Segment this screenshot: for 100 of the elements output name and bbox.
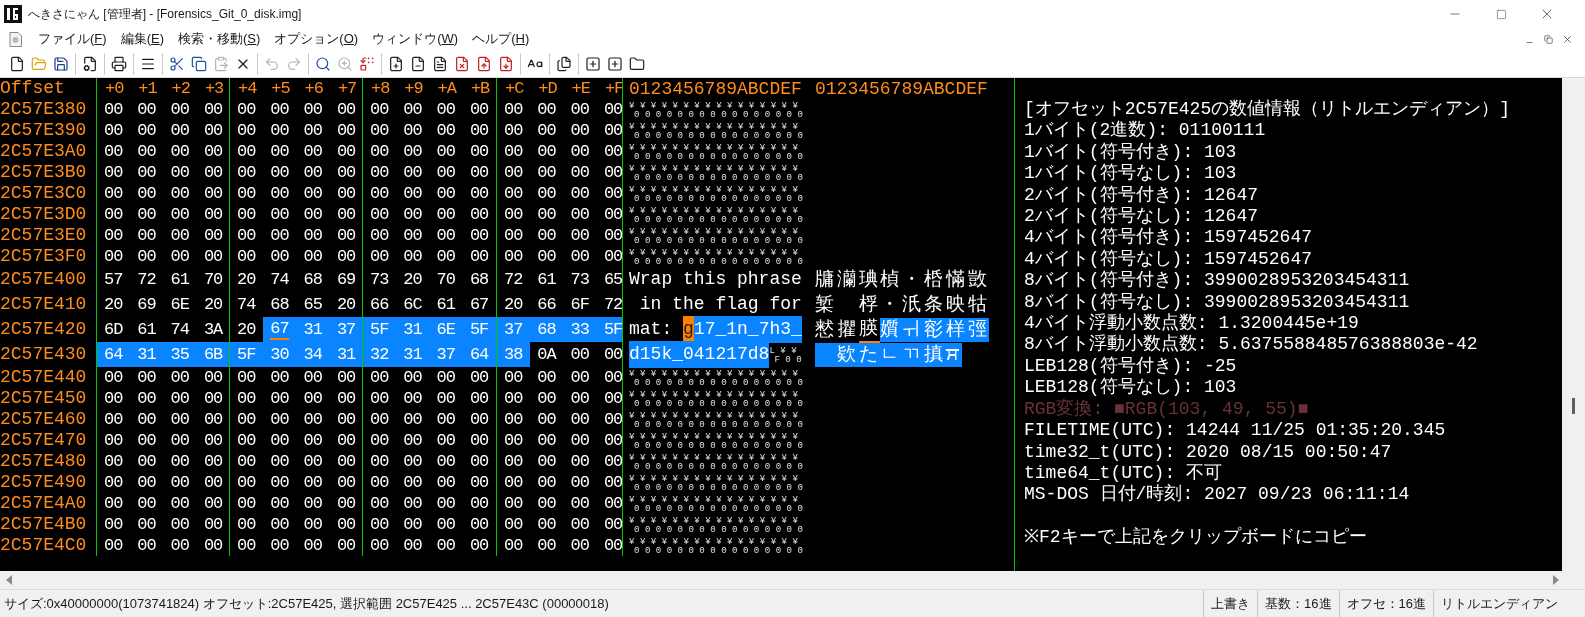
hex-byte: 6E — [429, 317, 463, 342]
offset-label: 2C57E480 — [0, 451, 88, 472]
hex-byte: 00 — [269, 225, 290, 246]
hex-byte: 00 — [602, 141, 623, 162]
folder-icon[interactable] — [629, 55, 645, 72]
hex-byte: 00 — [468, 204, 490, 225]
left-arrow-icon[interactable] — [5, 575, 13, 585]
scrollbar-thumb[interactable] — [1572, 398, 1575, 414]
copy-icon[interactable] — [191, 55, 207, 72]
plus-square-icon[interactable] — [607, 55, 623, 72]
hex-byte: 00 — [569, 493, 590, 514]
hex-byte: 00 — [236, 162, 257, 183]
decoded-text: 慭㩴 — [815, 317, 859, 342]
hex-byte: 37 — [497, 317, 531, 342]
status-text: サイズ:0x40000000(1073741824) オフセット:2C57E425, 選択範囲 2C57E425 ... 2C57E43C (00000018) — [3, 594, 609, 613]
hex-byte: 00 — [269, 430, 290, 451]
hex-byte: 00 — [103, 204, 124, 225]
hex-byte: 35 — [163, 342, 197, 367]
hex-byte: 00 — [202, 99, 224, 120]
menu-item[interactable]: 検索・移動(S) — [171, 29, 268, 49]
hex-byte: 00 — [269, 246, 290, 267]
hex-byte: 00 — [569, 225, 590, 246]
hex-byte: 00 — [369, 120, 390, 141]
hex-byte: 00 — [435, 225, 456, 246]
hex-byte: 00 — [369, 141, 390, 162]
hex-byte: 6C — [402, 293, 423, 316]
offset-label: 2C57E380 — [0, 99, 88, 120]
hex-byte: 00 — [435, 246, 456, 267]
hex-byte: 00 — [569, 204, 590, 225]
menu-item[interactable]: ウィンドウ(W) — [365, 29, 466, 49]
page-icon[interactable] — [410, 55, 426, 72]
menu-item[interactable]: 編集(E) — [113, 29, 171, 49]
control-glyphs: ¥ ¥ ¥ ¥ ¥ ¥ ¥ ¥ ¥ ¥ ¥ ¥ ¥ ¥ ¥ ¥ — [629, 410, 799, 420]
hex-byte: 00 — [569, 409, 590, 430]
control-glyphs: F 0 0 — [773, 354, 802, 364]
hex-byte: 00 — [402, 430, 423, 451]
horizontal-scrollbar[interactable] — [0, 571, 1585, 589]
menu-item[interactable]: オプション(O) — [267, 29, 366, 49]
plus-square-icon[interactable] — [585, 55, 601, 72]
scissors-icon[interactable] — [169, 55, 185, 72]
hex-byte: 00 — [602, 367, 623, 388]
offset-label: 2C57E4B0 — [0, 514, 88, 535]
hex-byte: 00 — [435, 451, 456, 472]
right-arrow-icon[interactable] — [1552, 575, 1560, 585]
printer-icon[interactable] — [111, 55, 127, 72]
control-glyphs: 0 0 0 0 0 0 0 0 0 0 0 0 0 0 0 0 — [633, 130, 803, 140]
info-line: 8バイト(符号付き): 3990028953203454311 — [1024, 270, 1411, 292]
hex-byte: 00 — [503, 246, 524, 267]
column-header: +F — [603, 78, 625, 99]
hex-byte: 00 — [269, 514, 290, 535]
menu-item[interactable]: ヘルプ(H) — [465, 29, 537, 49]
offset-label: 2C57E430 — [0, 343, 88, 366]
page-icon[interactable] — [9, 55, 25, 72]
hex-byte: 00 — [569, 120, 590, 141]
hex-byte: 00 — [435, 162, 456, 183]
hex-byte: 00 — [602, 409, 623, 430]
replace-icon[interactable] — [359, 55, 375, 72]
hex-byte: 00 — [536, 162, 557, 183]
hex-byte: 00 — [236, 409, 257, 430]
hex-byte: 5F — [363, 317, 397, 342]
status-pane: 上書き — [1203, 590, 1258, 617]
info-line: 4バイト(符号なし): 1597452647 — [1024, 248, 1314, 270]
hex-byte: 00 — [136, 141, 157, 162]
hex-byte: 5F — [462, 317, 497, 342]
hex-byte: 00 — [468, 246, 490, 267]
hex-byte: 00 — [236, 451, 257, 472]
control-glyphs: 0 0 0 0 0 0 0 0 0 0 0 0 0 0 0 0 — [633, 440, 803, 450]
document-gear-icon[interactable] — [82, 55, 98, 72]
hex-byte: 00 — [236, 514, 257, 535]
vertical-scrollbar[interactable] — [1562, 78, 1585, 571]
page-icon[interactable] — [454, 55, 470, 72]
hex-byte: 00 — [202, 388, 224, 409]
control-glyphs: 0 0 0 0 0 0 0 0 0 0 0 0 0 0 0 0 — [633, 482, 803, 492]
hex-byte: 00 — [503, 430, 524, 451]
hex-byte: 00 — [136, 120, 157, 141]
column-header: +D — [537, 78, 558, 99]
menu-item[interactable]: ファイル(F) — [31, 29, 114, 49]
page-icon[interactable] — [432, 55, 448, 72]
page-icon[interactable] — [498, 55, 514, 72]
hex-byte: 00 — [435, 99, 456, 120]
ascii-text: g — [683, 316, 694, 343]
page-icon[interactable] — [476, 55, 492, 72]
hex-byte: 00 — [202, 120, 224, 141]
column-header: +C — [504, 78, 525, 99]
control-glyphs: ¥ ¥ ¥ ¥ ¥ ¥ ¥ ¥ ¥ ¥ ¥ ¥ ¥ ¥ ¥ ¥ — [629, 100, 799, 110]
hex-byte: 00 — [468, 141, 490, 162]
hex-byte: 68 — [302, 268, 323, 291]
hex-byte: 00 — [169, 388, 190, 409]
hex-byte: 6D — [103, 318, 124, 341]
hex-byte: 00 — [202, 409, 224, 430]
hex-byte: 00 — [402, 141, 423, 162]
info-line: 8バイト(符号なし): 3990028953203454311 — [1024, 291, 1411, 313]
page-icon[interactable] — [388, 55, 404, 72]
hex-byte: 00 — [302, 493, 323, 514]
hex-byte: 00 — [569, 388, 590, 409]
hex-byte: 74 — [236, 293, 257, 316]
pages-icon[interactable] — [556, 55, 572, 72]
hex-byte: 00 — [302, 183, 323, 204]
hex-byte: 00 — [369, 493, 390, 514]
search-icon[interactable] — [315, 55, 331, 72]
